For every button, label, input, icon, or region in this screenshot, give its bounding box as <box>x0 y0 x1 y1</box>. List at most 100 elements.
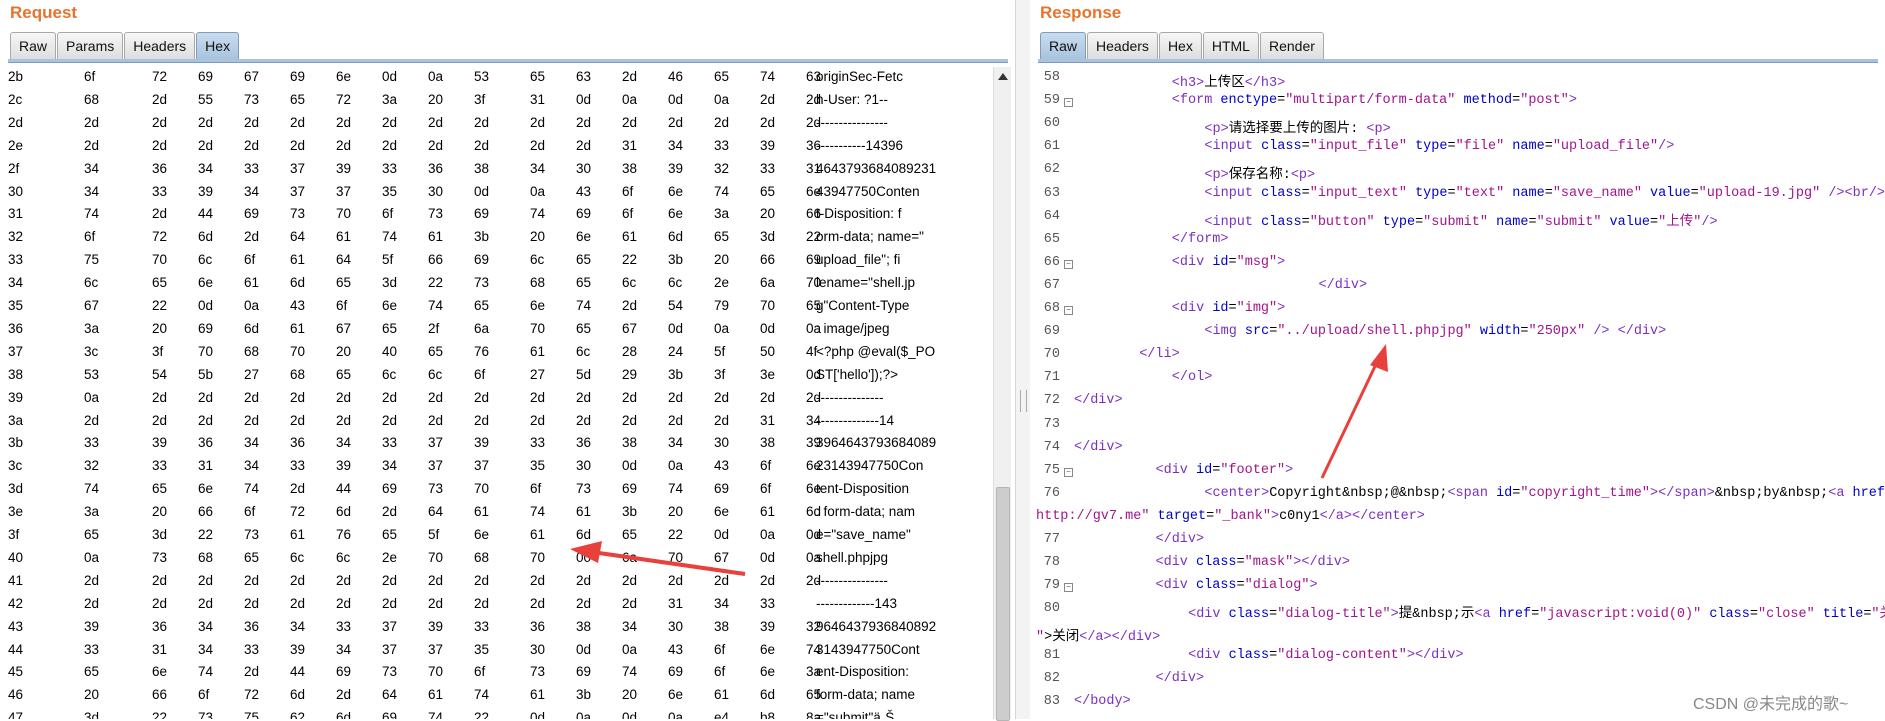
hex-byte[interactable]: 65 <box>336 275 351 290</box>
hex-byte[interactable]: 67 <box>84 298 99 313</box>
hex-byte[interactable]: 33 <box>290 458 305 473</box>
hex-byte[interactable]: 38 <box>622 435 637 450</box>
hex-byte[interactable]: 34 <box>84 161 99 176</box>
hex-byte[interactable]: 22 <box>152 710 167 719</box>
hex-byte[interactable]: 6c <box>198 252 212 267</box>
hex-byte[interactable]: 2d <box>576 573 591 588</box>
hex-byte[interactable]: 65 <box>760 184 775 199</box>
hex-byte[interactable]: 0d <box>474 184 489 199</box>
hex-byte[interactable]: 73 <box>474 275 489 290</box>
hex-row[interactable]: 35 67 22 0d 0a 43 6f 6e 74 65 6e 74 2d 54 79 70 65 g"Cont… <box>4 296 984 318</box>
hex-byte[interactable]: 2d <box>714 573 729 588</box>
hex-byte[interactable]: 2d <box>84 115 99 130</box>
hex-byte[interactable]: 33 <box>530 435 545 450</box>
hex-byte[interactable]: 2d <box>382 504 397 519</box>
hex-byte[interactable]: 22 <box>474 710 489 719</box>
hex-byte[interactable]: 2d <box>474 413 489 428</box>
hex-byte[interactable]: 69 <box>244 206 259 221</box>
fold-toggle-icon[interactable]: − <box>1064 467 1073 477</box>
hex-byte[interactable]: 0d <box>668 321 683 336</box>
hex-byte[interactable]: 29 <box>622 367 637 382</box>
hex-byte[interactable]: 2d <box>198 573 213 588</box>
hex-byte[interactable]: 50 <box>760 344 775 359</box>
hex-byte[interactable]: 2d <box>474 573 489 588</box>
hex-byte[interactable]: 67 <box>714 550 729 565</box>
hex-byte[interactable]: 69 <box>622 481 637 496</box>
hex-byte[interactable]: 73 <box>382 664 397 679</box>
hex-byte[interactable]: 20 <box>152 321 167 336</box>
hex-byte[interactable]: 36 <box>530 619 545 634</box>
hex-byte[interactable]: 74 <box>530 504 545 519</box>
hex-byte[interactable]: 72 <box>152 69 167 84</box>
hex-row[interactable]: 31 74 2d 44 69 73 70 6f 73 69 74 69 6f 6e 3a 20 66 t-Disp… <box>4 204 984 226</box>
hex-byte[interactable]: 37 <box>290 161 305 176</box>
hex-byte[interactable]: 74 <box>622 664 637 679</box>
hex-byte[interactable]: 6e <box>668 687 683 702</box>
scroll-thumb[interactable] <box>996 487 1010 721</box>
hex-byte[interactable]: 34 <box>244 435 259 450</box>
hex-byte[interactable]: 2d <box>576 413 591 428</box>
hex-byte[interactable]: 74 <box>84 481 99 496</box>
hex-row[interactable]: 3f 65 3d 22 73 61 76 65 5f 6e 61 6d 65 22 0d 0a 0d e="sav… <box>4 525 984 547</box>
hex-byte[interactable]: 73 <box>428 481 443 496</box>
hex-byte[interactable]: 73 <box>428 206 443 221</box>
hex-row[interactable]: 3c 32 33 31 34 33 39 34 37 37 35 30 0d 0a 43 6f 6e 231439… <box>4 456 984 478</box>
hex-byte[interactable]: 6f <box>474 367 485 382</box>
hex-byte[interactable]: 33 <box>760 596 775 611</box>
scroll-up-arrow-icon[interactable] <box>998 73 1008 80</box>
hex-byte[interactable]: 0a <box>760 527 775 542</box>
hex-byte[interactable]: 6f <box>198 687 209 702</box>
hex-byte[interactable]: 65 <box>152 275 167 290</box>
hex-byte[interactable]: 36 <box>428 161 443 176</box>
hex-byte[interactable]: 38 <box>760 435 775 450</box>
hex-byte[interactable]: 33 <box>382 161 397 176</box>
hex-byte[interactable]: 65 <box>382 527 397 542</box>
hex-byte[interactable]: 43 <box>576 184 591 199</box>
hex-byte[interactable]: 31 <box>530 92 545 107</box>
hex-byte[interactable]: 65 <box>244 550 259 565</box>
hex-byte[interactable]: 33 <box>336 619 351 634</box>
hex-byte[interactable]: 65 <box>714 229 729 244</box>
hex-byte[interactable]: 28 <box>622 344 637 359</box>
hex-byte[interactable]: 5f <box>382 252 393 267</box>
fold-toggle-icon[interactable]: − <box>1064 306 1073 315</box>
hex-byte[interactable]: 69 <box>576 206 591 221</box>
hex-byte[interactable]: 0d <box>576 92 591 107</box>
hex-byte[interactable]: 69 <box>714 481 729 496</box>
hex-byte[interactable]: 0d <box>668 92 683 107</box>
hex-byte[interactable]: 2d <box>760 573 775 588</box>
hex-byte[interactable]: 74 <box>382 229 397 244</box>
hex-byte[interactable]: 5f <box>428 527 439 542</box>
hex-byte[interactable]: 0a <box>84 550 99 565</box>
hex-byte[interactable]: 70 <box>336 206 351 221</box>
response-tab-raw[interactable]: Raw <box>1040 32 1087 59</box>
hex-row[interactable]: 3a 2d 2d 2d 2d 2d 2d 2d 2d 2d 2d 2d 2d 2d 2d 31 34 ------… <box>4 411 984 433</box>
hex-byte[interactable]: 2d <box>714 390 729 405</box>
hex-byte[interactable]: 2d <box>152 92 167 107</box>
hex-byte[interactable]: 6a <box>622 550 637 565</box>
hex-byte[interactable]: 53 <box>84 367 99 382</box>
hex-byte[interactable]: 0a <box>84 390 99 405</box>
hex-byte[interactable]: 2d <box>290 596 305 611</box>
hex-byte[interactable]: 73 <box>530 664 545 679</box>
hex-byte[interactable]: 65 <box>622 527 637 542</box>
hex-byte[interactable]: 69 <box>382 710 397 719</box>
hex-byte[interactable]: 6e <box>152 664 167 679</box>
hex-byte[interactable]: 2d <box>576 390 591 405</box>
hex-byte[interactable]: 30 <box>668 619 683 634</box>
hex-byte[interactable]: 6f <box>622 184 633 199</box>
hex-byte[interactable]: 6c <box>668 275 682 290</box>
hex-byte[interactable]: 37 <box>382 642 397 657</box>
hex-byte[interactable]: 6c <box>382 367 396 382</box>
hex-byte[interactable]: 75 <box>244 710 259 719</box>
hex-byte[interactable]: 66 <box>198 504 213 519</box>
hex-byte[interactable]: 6a <box>760 275 775 290</box>
hex-byte[interactable]: 67 <box>244 69 259 84</box>
hex-byte[interactable]: 6c <box>84 275 98 290</box>
hex-byte[interactable]: 0a <box>714 92 729 107</box>
hex-byte[interactable]: 6f <box>244 504 255 519</box>
hex-byte[interactable]: 68 <box>474 550 489 565</box>
hex-byte[interactable]: 22 <box>198 527 213 542</box>
hex-byte[interactable]: 70 <box>530 321 545 336</box>
hex-byte[interactable]: 70 <box>198 344 213 359</box>
